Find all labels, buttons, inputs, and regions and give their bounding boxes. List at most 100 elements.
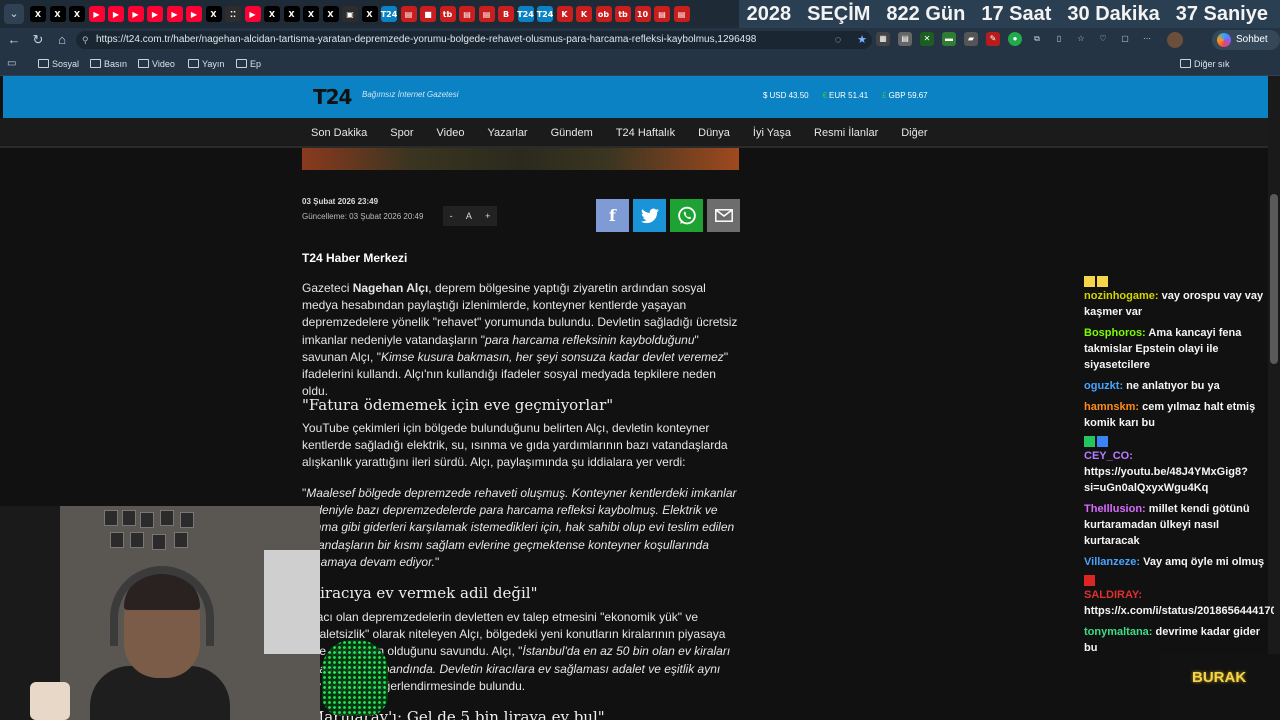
extension-icon[interactable]: ✕	[920, 32, 934, 46]
youtube-icon[interactable]: ▶	[166, 6, 183, 22]
currency-symbol: €	[822, 91, 828, 100]
x-icon[interactable]: X	[30, 6, 46, 22]
favorite-star-icon[interactable]: ★	[854, 31, 870, 49]
x-icon[interactable]: X	[69, 6, 85, 22]
twitter-share-button[interactable]	[633, 199, 666, 232]
site-nav-item[interactable]: Resmi İlanlar	[814, 118, 878, 148]
bookmark-folder[interactable]: Sosyal	[38, 52, 79, 76]
news-icon[interactable]: B	[498, 6, 514, 22]
t24-icon[interactable]: T24	[381, 6, 397, 22]
site-nav-item[interactable]: Diğer	[901, 118, 927, 148]
extension-icon[interactable]: ▤	[898, 32, 912, 46]
site-info-icon[interactable]: ⚲	[82, 31, 89, 49]
quote-run: Maalesef bölgede depremzede rehaveti olu…	[302, 486, 737, 569]
currency-rate: € EUR 51.41	[823, 91, 869, 100]
favorites-icon[interactable]: ☆	[1074, 32, 1088, 46]
youtube-icon[interactable]: ▶	[108, 6, 124, 22]
t24-icon[interactable]: T24	[517, 6, 534, 22]
countdown-hours: 17 Saat	[981, 2, 1052, 25]
font-decrease-button[interactable]: -	[450, 211, 453, 221]
site-header: T24 Bağımsız İnternet Gazetesi $ USD 43.5…	[3, 76, 1268, 118]
youtube-icon[interactable]: ▶	[186, 6, 202, 22]
site-nav-item[interactable]: T24 Haftalık	[616, 118, 675, 148]
chat-text: ne anlatıyor bu ya	[1123, 380, 1220, 392]
site-nav-item[interactable]: Gündem	[551, 118, 593, 148]
x-icon[interactable]: X	[361, 6, 378, 22]
person-name: Nagehan Alçı	[352, 281, 429, 295]
news-icon[interactable]: ▤	[400, 6, 417, 22]
article-subheading: "Fatura ödememek için eve geçmiyorlar"	[302, 396, 614, 414]
x-icon[interactable]: X	[205, 6, 222, 22]
news-icon[interactable]: tb	[615, 6, 631, 22]
news-icon[interactable]: 10	[634, 6, 651, 22]
youtube-icon[interactable]: ▶	[244, 6, 261, 22]
site-nav-item[interactable]: Dünya	[698, 118, 730, 148]
chat-badge-icon	[1097, 436, 1108, 447]
chat-text: https://x.com/i/status/20186564441708545…	[1084, 605, 1274, 617]
news-icon[interactable]: ▤	[478, 6, 495, 22]
site-nav-item[interactable]: Son Dakika	[311, 118, 367, 148]
news-icon[interactable]: ob	[595, 6, 612, 22]
font-increase-button[interactable]: +	[485, 211, 490, 221]
reload-icon[interactable]: ↻	[26, 28, 50, 52]
currency-rates: $ USD 43.50 € EUR 51.41 £ GBP 59.67	[763, 91, 928, 100]
font-reset-button[interactable]: A	[466, 211, 472, 221]
bookmark-folder[interactable]: Ep	[236, 52, 261, 76]
facebook-share-button[interactable]: f	[596, 199, 629, 232]
site-nav-item[interactable]: Spor	[390, 118, 413, 148]
youtube-icon[interactable]: ▶	[88, 6, 105, 22]
twitter-bird-icon	[640, 208, 659, 223]
email-share-button[interactable]	[707, 199, 740, 232]
site-logo[interactable]: T24	[313, 85, 352, 109]
other-favorites-folder[interactable]: Diğer sık kullanılanlar	[1180, 52, 1280, 93]
extension-icon[interactable]: ✎	[986, 32, 1000, 46]
news-icon[interactable]: tb	[439, 6, 456, 22]
home-icon[interactable]: ⌂	[50, 28, 74, 52]
x-icon[interactable]: X	[264, 6, 280, 22]
news-icon[interactable]: ▤	[459, 6, 475, 22]
bookmark-folder[interactable]: Yayın	[188, 52, 224, 76]
news-icon[interactable]: K	[576, 6, 592, 22]
youtube-icon[interactable]: ▶	[147, 6, 163, 22]
news-icon[interactable]: ■	[420, 6, 436, 22]
reading-list-icon[interactable]: ▭	[7, 58, 19, 70]
site-nav-item[interactable]: İyi Yaşa	[753, 118, 791, 148]
news-icon[interactable]: ▤	[673, 6, 690, 22]
bookmark-folder[interactable]: Basın	[90, 52, 127, 76]
x-icon[interactable]: X	[322, 6, 339, 22]
browser-essentials-icon[interactable]: ♡	[1096, 32, 1110, 46]
whatsapp-share-button[interactable]	[670, 199, 703, 232]
tab-icon[interactable]: ⁚⁚	[225, 6, 241, 22]
extension-icon[interactable]: ▦	[876, 32, 890, 46]
site-nav-item[interactable]: Yazarlar	[487, 118, 527, 148]
more-options-icon[interactable]: ⋯	[1140, 32, 1154, 46]
x-icon[interactable]: X	[283, 6, 300, 22]
x-icon[interactable]: X	[303, 6, 319, 22]
t24-icon[interactable]: T24	[537, 6, 553, 22]
extension-icon[interactable]: ▬	[942, 32, 956, 46]
extension-icon[interactable]: ▰	[964, 32, 978, 46]
back-arrow-icon[interactable]: ←	[2, 28, 26, 52]
font-size-controls: - A +	[443, 206, 497, 226]
currency-value: USD 43.50	[769, 91, 809, 100]
tab-list-chevron-icon[interactable]: ⌄	[4, 4, 24, 24]
reader-mode-icon[interactable]: ◌	[830, 31, 846, 49]
chat-badges	[1084, 436, 1274, 447]
x-icon[interactable]: X	[49, 6, 66, 22]
bookmark-folder[interactable]: Video	[138, 52, 175, 76]
chat-badges	[1084, 575, 1274, 586]
tab-icon[interactable]: ▣	[342, 6, 358, 22]
split-screen-icon[interactable]: ▯	[1052, 32, 1066, 46]
profile-avatar[interactable]	[1167, 32, 1183, 48]
extensions-puzzle-icon[interactable]: ⧉	[1030, 32, 1044, 46]
news-icon[interactable]: K	[556, 6, 573, 22]
copilot-chat-button[interactable]: Sohbet et	[1212, 30, 1280, 65]
extension-icon[interactable]: ●	[1008, 32, 1022, 46]
collections-icon[interactable]: ▢	[1118, 32, 1132, 46]
youtube-icon[interactable]: ▶	[127, 6, 144, 22]
site-nav-item[interactable]: Video	[437, 118, 465, 148]
news-icon[interactable]: ▤	[654, 6, 670, 22]
folder-icon	[1180, 59, 1191, 68]
address-bar[interactable]: ⚲ https://t24.com.tr/haber/nagehan-alcid…	[76, 31, 872, 49]
quote-run: Kimse kusura bakmasın, her şeyi sonsuza …	[380, 349, 724, 364]
